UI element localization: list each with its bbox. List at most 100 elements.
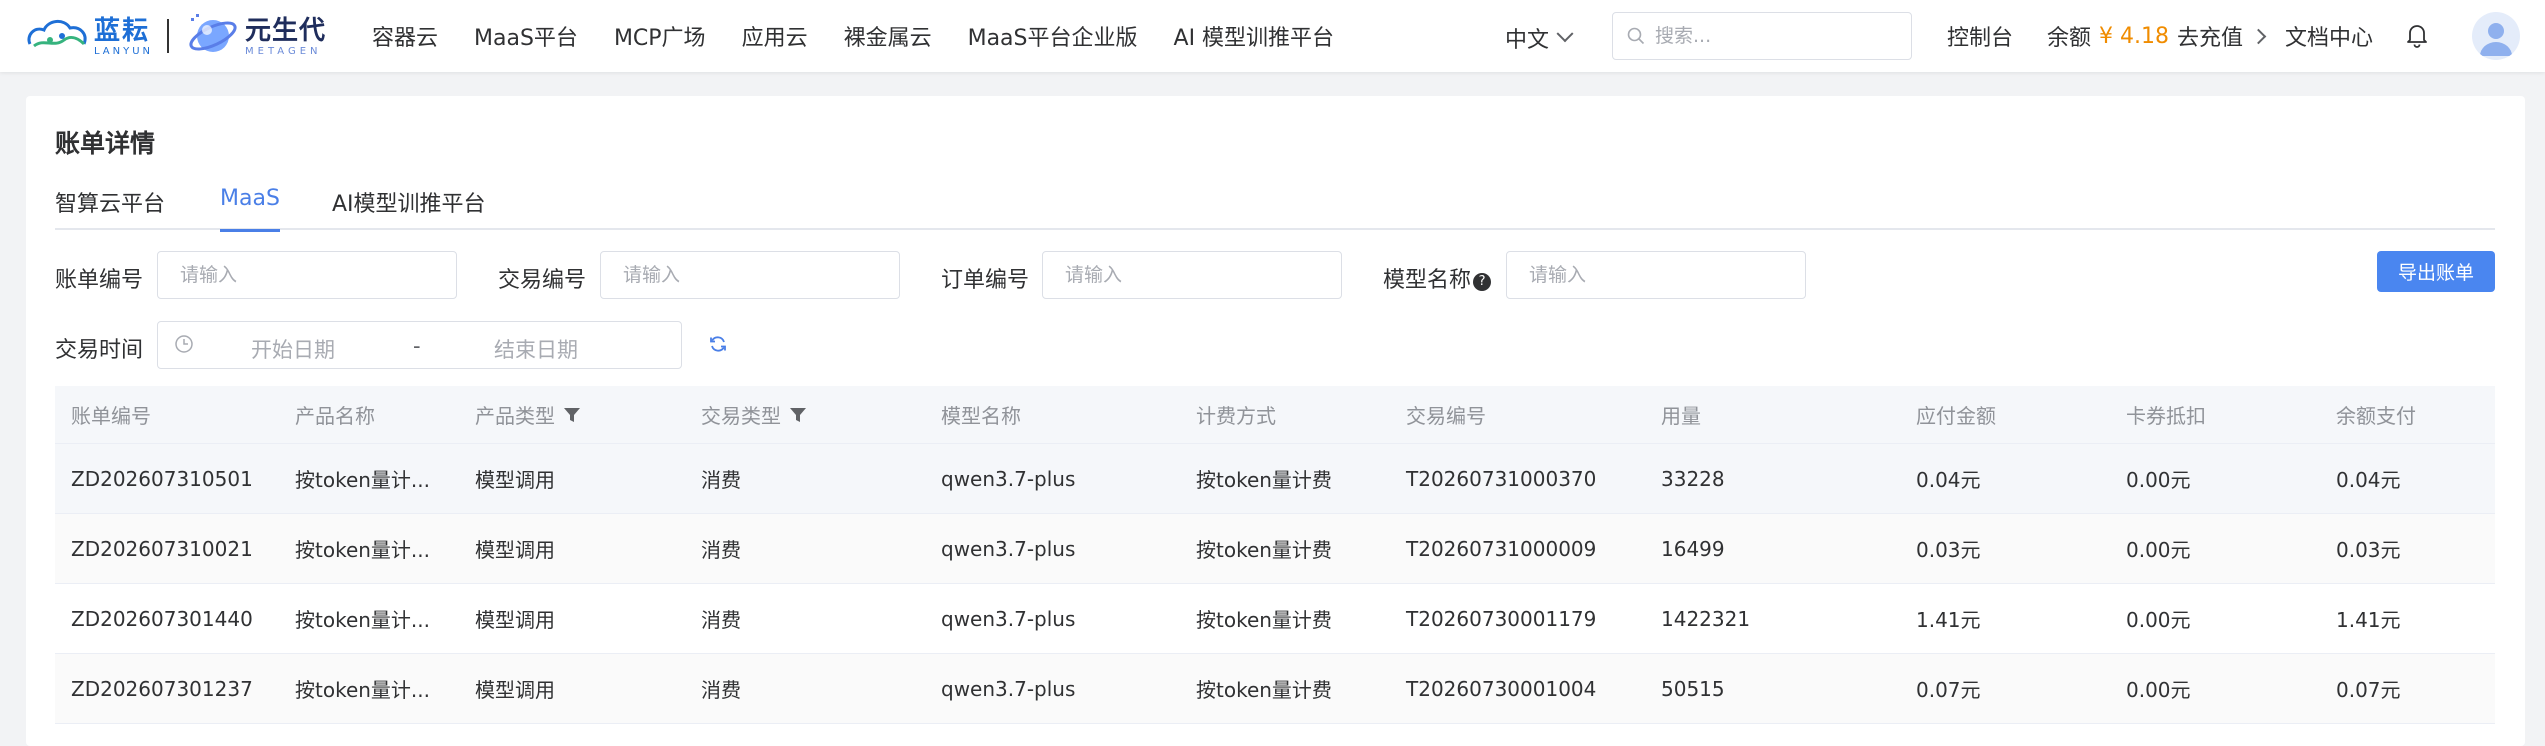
start-date-input[interactable]: 开始日期 bbox=[251, 334, 335, 364]
cell-product-type: 模型调用 bbox=[475, 608, 555, 632]
col-balance-payment: 余额支付 bbox=[2336, 404, 2416, 428]
model-name-label: 模型名称? bbox=[1383, 262, 1492, 294]
cell-trade-type: 消费 bbox=[701, 538, 741, 562]
cell-billing-method: 按token量计费 bbox=[1196, 468, 1332, 492]
table-row[interactable]: ZD202607310501 按token量计... 模型调用 消费 qwen3… bbox=[55, 444, 2495, 514]
brand-logos[interactable]: 蓝耘 LANYUN 元生代 METAGEN bbox=[24, 8, 326, 64]
platform-tabs: 智算云平台 MaaS AI模型训推平台 bbox=[55, 186, 2495, 232]
cell-trade-type: 消费 bbox=[701, 608, 741, 632]
col-product-type[interactable]: 产品类型 bbox=[475, 386, 581, 443]
cell-amount-due: 0.03元 bbox=[1916, 538, 1981, 562]
cell-product-name: 按token量计... bbox=[295, 678, 430, 702]
bill-no-label: 账单编号 bbox=[55, 268, 144, 293]
search-input[interactable] bbox=[1655, 25, 1895, 47]
language-label: 中文 bbox=[1505, 28, 1550, 53]
order-no-input[interactable] bbox=[1042, 251, 1342, 299]
balance-area[interactable]: 余额 ¥ 4.18 去充值 bbox=[2047, 0, 2267, 72]
tab-maas[interactable]: MaaS bbox=[220, 186, 280, 232]
trade-time-label: 交易时间 bbox=[55, 338, 144, 363]
nav-app-cloud[interactable]: 应用云 bbox=[742, 20, 808, 52]
cell-amount-due: 0.07元 bbox=[1916, 678, 1981, 702]
recharge-link[interactable]: 去充值 bbox=[2177, 20, 2243, 52]
cell-product-name: 按token量计... bbox=[295, 608, 430, 632]
cell-bill-no: ZD202607310021 bbox=[71, 536, 253, 561]
nav-bare-metal-cloud[interactable]: 裸金属云 bbox=[844, 20, 932, 52]
col-trade-type[interactable]: 交易类型 bbox=[701, 386, 807, 443]
tab-ai-training[interactable]: AI模型训推平台 bbox=[332, 186, 486, 230]
cell-coupon-deduction: 0.00元 bbox=[2126, 678, 2191, 702]
metagen-logo-text: 元生代 bbox=[245, 15, 327, 46]
docs-center-link[interactable]: 文档中心 bbox=[2285, 0, 2373, 72]
lanyun-logo-text: 蓝耘 bbox=[94, 15, 151, 46]
cell-model-name: qwen3.7-plus bbox=[941, 606, 1076, 631]
col-billing-method: 计费方式 bbox=[1196, 404, 1276, 428]
balance-amount: ¥ 4.18 bbox=[2099, 23, 2169, 49]
table-row[interactable]: ZD202607310021 按token量计... 模型调用 消费 qwen3… bbox=[55, 514, 2495, 584]
cell-coupon-deduction: 0.00元 bbox=[2126, 468, 2191, 492]
cell-balance-payment: 1.41元 bbox=[2336, 608, 2401, 632]
trade-no-input[interactable] bbox=[600, 251, 900, 299]
col-bill-no: 账单编号 bbox=[71, 404, 151, 428]
metagen-logo-mark-icon bbox=[187, 10, 239, 62]
cell-product-type: 模型调用 bbox=[475, 678, 555, 702]
cell-usage: 16499 bbox=[1661, 536, 1725, 561]
nav-ai-training-platform[interactable]: AI 模型训推平台 bbox=[1174, 20, 1335, 52]
date-separator: - bbox=[413, 334, 421, 358]
lanyun-logo-subtext: LANYUN bbox=[94, 45, 154, 57]
lanyun-logo-mark-icon bbox=[24, 14, 90, 58]
top-navbar: 蓝耘 LANYUN 元生代 METAGEN 容器云 MaaS平台 MCP广场 应… bbox=[0, 0, 2545, 72]
end-date-input[interactable]: 结束日期 bbox=[494, 334, 578, 364]
logo-divider bbox=[167, 19, 170, 53]
refresh-icon[interactable] bbox=[708, 334, 728, 358]
help-icon[interactable]: ? bbox=[1473, 273, 1492, 291]
cell-trade-no: T20260730001179 bbox=[1406, 606, 1597, 631]
cell-product-name: 按token量计... bbox=[295, 468, 430, 492]
cell-balance-payment: 0.07元 bbox=[2336, 678, 2401, 702]
bell-icon[interactable] bbox=[2405, 22, 2429, 52]
console-link[interactable]: 控制台 bbox=[1947, 0, 2013, 72]
cell-amount-due: 1.41元 bbox=[1916, 608, 1981, 632]
lanyun-logo[interactable]: 蓝耘 LANYUN bbox=[24, 14, 153, 58]
cell-trade-type: 消费 bbox=[701, 468, 741, 492]
cell-coupon-deduction: 0.00元 bbox=[2126, 538, 2191, 562]
cell-bill-no: ZD202607301237 bbox=[71, 676, 253, 701]
nav-maas-platform[interactable]: MaaS平台 bbox=[474, 20, 578, 52]
cell-product-type: 模型调用 bbox=[475, 468, 555, 492]
cell-trade-type: 消费 bbox=[701, 678, 741, 702]
tab-compute-cloud[interactable]: 智算云平台 bbox=[55, 186, 165, 230]
trade-time-range-picker[interactable]: 开始日期 - 结束日期 bbox=[157, 321, 682, 369]
col-amount-due: 应付金额 bbox=[1916, 404, 1996, 428]
cell-balance-payment: 0.03元 bbox=[2336, 538, 2401, 562]
metagen-logo[interactable]: 元生代 METAGEN bbox=[187, 10, 326, 62]
cell-product-name: 按token量计... bbox=[295, 538, 430, 562]
table-row[interactable]: ZD202607301440 按token量计... 模型调用 消费 qwen3… bbox=[55, 584, 2495, 654]
cell-coupon-deduction: 0.00元 bbox=[2126, 608, 2191, 632]
cell-product-type: 模型调用 bbox=[475, 538, 555, 562]
export-bill-button[interactable]: 导出账单 bbox=[2377, 251, 2495, 292]
cell-trade-no: T20260731000009 bbox=[1406, 536, 1597, 561]
order-no-label: 订单编号 bbox=[941, 268, 1030, 293]
model-name-input[interactable] bbox=[1506, 251, 1806, 299]
cell-trade-no: T20260730001004 bbox=[1406, 676, 1597, 701]
col-trade-type-label: 交易类型 bbox=[701, 404, 781, 428]
global-search[interactable] bbox=[1612, 12, 1912, 60]
bill-no-input[interactable] bbox=[157, 251, 457, 299]
table-header: 账单编号 产品名称 产品类型 交易类型 模型名称 计费方式 交易编号 用量 应付… bbox=[55, 386, 2495, 444]
cell-usage: 33228 bbox=[1661, 466, 1725, 491]
page-title: 账单详情 bbox=[55, 129, 156, 158]
language-selector[interactable]: 中文 bbox=[1505, 22, 1574, 54]
cell-bill-no: ZD202607301440 bbox=[71, 606, 253, 631]
nav-mcp-plaza[interactable]: MCP广场 bbox=[614, 20, 706, 52]
cell-model-name: qwen3.7-plus bbox=[941, 676, 1076, 701]
table-row[interactable]: ZD202607301237 按token量计... 模型调用 消费 qwen3… bbox=[55, 654, 2495, 724]
nav-maas-enterprise[interactable]: MaaS平台企业版 bbox=[968, 20, 1138, 52]
metagen-logo-subtext: METAGEN bbox=[245, 45, 322, 57]
filter-funnel-icon[interactable] bbox=[789, 406, 807, 424]
col-trade-no: 交易编号 bbox=[1406, 404, 1486, 428]
nav-container-cloud[interactable]: 容器云 bbox=[372, 20, 438, 52]
avatar-icon[interactable] bbox=[2472, 12, 2520, 60]
col-product-type-label: 产品类型 bbox=[475, 404, 555, 428]
col-coupon-deduction: 卡券抵扣 bbox=[2126, 404, 2206, 428]
filter-funnel-icon[interactable] bbox=[563, 406, 581, 424]
cell-billing-method: 按token量计费 bbox=[1196, 538, 1332, 562]
